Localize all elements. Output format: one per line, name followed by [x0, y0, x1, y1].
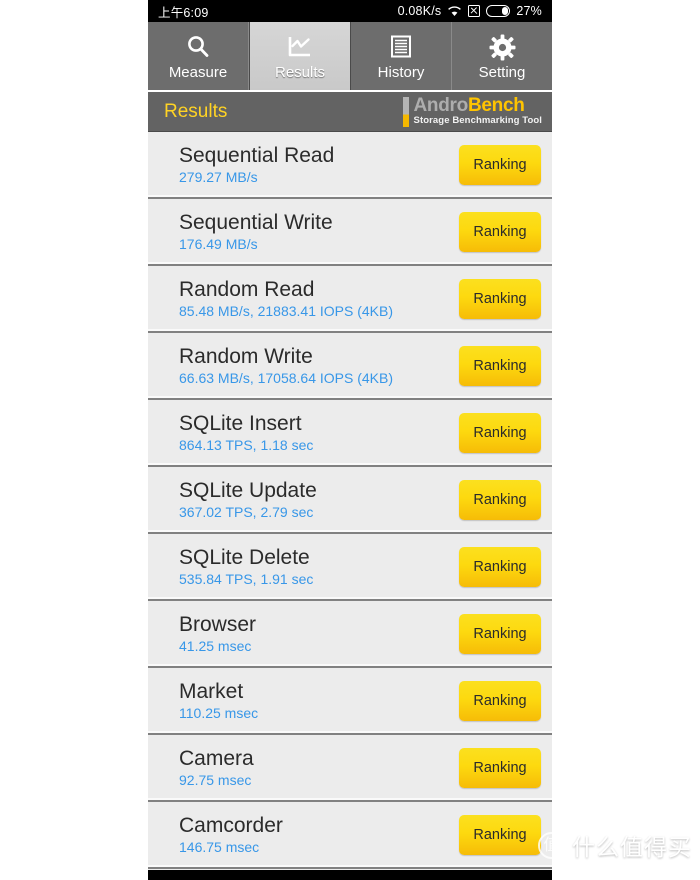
network-speed-label: 0.08K/s	[397, 4, 442, 18]
ranking-button[interactable]: Ranking	[459, 412, 541, 453]
phone-screen: 上午6:09 0.08K/s 27% Measure Results Histo…	[148, 0, 552, 880]
result-row: Sequential Write 176.49 MB/s Ranking	[148, 199, 552, 266]
result-row: SQLite Delete 535.84 TPS, 1.91 sec Ranking	[148, 534, 552, 601]
logo-text: AndroBench Storage Benchmarking Tool	[413, 96, 542, 127]
result-row-texts: SQLite Insert 864.13 TPS, 1.18 sec	[179, 411, 314, 453]
logo-andro-text: Andro	[413, 94, 469, 116]
tab-results[interactable]: Results	[249, 22, 351, 90]
logo-tagline: Storage Benchmarking Tool	[413, 114, 542, 126]
ranking-button[interactable]: Ranking	[459, 546, 541, 587]
result-title: Browser	[179, 612, 257, 636]
result-value: 41.25 msec	[179, 637, 252, 654]
page-title: Results	[164, 100, 228, 122]
ranking-button[interactable]: Ranking	[459, 278, 541, 319]
logo-bar-icon	[402, 96, 409, 127]
result-value: 176.49 MB/s	[179, 235, 258, 252]
tab-measure[interactable]: Measure	[148, 22, 249, 90]
sim-disabled-icon	[468, 5, 481, 17]
result-row-texts: Market 110.25 msec	[179, 679, 259, 721]
result-row-texts: Random Write 66.63 MB/s, 17058.64 IOPS (4…	[179, 344, 394, 386]
result-title: Market	[179, 679, 244, 703]
result-value: 110.25 msec	[179, 704, 259, 721]
result-row-texts: SQLite Delete 535.84 TPS, 1.91 sec	[179, 545, 314, 587]
result-row-texts: Sequential Write 176.49 MB/s	[179, 210, 333, 252]
result-value: 279.27 MB/s	[179, 168, 258, 185]
gear-icon	[489, 32, 516, 62]
result-row-texts: Camera 92.75 msec	[179, 746, 254, 788]
result-value: 864.13 TPS, 1.18 sec	[179, 436, 314, 453]
result-value: 535.84 TPS, 1.91 sec	[179, 570, 314, 587]
ranking-button[interactable]: Ranking	[459, 345, 541, 386]
result-value: 85.48 MB/s, 21883.41 IOPS (4KB)	[179, 302, 394, 319]
tab-setting[interactable]: Setting	[452, 22, 552, 90]
result-title: Random Read	[179, 277, 315, 301]
tab-results-label: Results	[274, 64, 326, 81]
result-row: Random Read 85.48 MB/s, 21883.41 IOPS (4K…	[148, 266, 552, 333]
result-row-texts: Random Read 85.48 MB/s, 21883.41 IOPS (4K…	[179, 277, 394, 319]
result-row-texts: Browser 41.25 msec	[179, 612, 257, 654]
result-row: Camera 92.75 msec Ranking	[148, 735, 552, 802]
wifi-icon	[447, 5, 462, 17]
result-row: SQLite Update 367.02 TPS, 2.79 sec Ranking	[148, 467, 552, 534]
results-list: Sequential Read 279.27 MB/s Ranking Sequent…	[148, 132, 552, 869]
results-header: Results AndroBench Storage Benchmarking …	[148, 92, 552, 132]
ranking-button[interactable]: Ranking	[459, 211, 541, 252]
battery-percent-label: 27%	[516, 4, 542, 18]
result-title: Camera	[179, 746, 254, 770]
screenshot-root: 上午6:09 0.08K/s 27% Measure Results Histo…	[0, 0, 700, 880]
result-row-texts: Camcorder 146.75 msec	[179, 813, 283, 855]
result-row: Market 110.25 msec Ranking	[148, 668, 552, 735]
ranking-button[interactable]: Ranking	[459, 144, 541, 185]
androbench-logo: AndroBench Storage Benchmarking Tool	[402, 96, 542, 127]
chart-icon	[286, 32, 314, 62]
tab-history-label: History	[377, 64, 425, 81]
logo-wordmark: AndroBench	[414, 96, 542, 115]
result-title: Random Write	[179, 344, 313, 368]
magnifier-icon	[185, 32, 211, 62]
watermark: 值 什么值得买	[538, 828, 692, 862]
bottom-nav-bar	[148, 870, 552, 880]
result-value: 367.02 TPS, 2.79 sec	[179, 503, 314, 520]
list-lines-icon	[389, 32, 413, 62]
ranking-button[interactable]: Ranking	[459, 747, 541, 788]
tab-measure-label: Measure	[168, 64, 228, 81]
watermark-badge-icon: 值	[538, 831, 565, 859]
result-value: 146.75 msec	[179, 838, 260, 855]
result-row: Random Write 66.63 MB/s, 17058.64 IOPS (4…	[148, 333, 552, 400]
result-row: Camcorder 146.75 msec Ranking	[148, 802, 552, 869]
result-title: Camcorder	[179, 813, 283, 837]
ranking-button[interactable]: Ranking	[459, 479, 541, 520]
result-title: SQLite Delete	[179, 545, 310, 569]
tab-history[interactable]: History	[351, 22, 452, 90]
tab-setting-label: Setting	[478, 64, 526, 81]
logo-bench-text: Bench	[467, 94, 525, 116]
result-row-texts: SQLite Update 367.02 TPS, 2.79 sec	[179, 478, 317, 520]
watermark-text: 什么值得买	[572, 835, 692, 861]
result-row-texts: Sequential Read 279.27 MB/s	[179, 143, 335, 185]
result-title: Sequential Read	[179, 143, 335, 167]
result-title: SQLite Update	[179, 478, 317, 502]
result-row: Browser 41.25 msec Ranking	[148, 601, 552, 668]
result-row: Sequential Read 279.27 MB/s Ranking	[148, 132, 552, 199]
result-row: SQLite Insert 864.13 TPS, 1.18 sec Ranking	[148, 400, 552, 467]
result-title: Sequential Write	[179, 210, 333, 234]
status-time: 上午6:09	[158, 5, 209, 20]
status-indicators: 0.08K/s 27%	[398, 4, 542, 18]
result-value: 92.75 msec	[179, 771, 252, 788]
status-bar: 上午6:09 0.08K/s 27%	[148, 0, 552, 22]
battery-icon	[486, 5, 511, 17]
result-value: 66.63 MB/s, 17058.64 IOPS (4KB)	[179, 369, 394, 386]
ranking-button[interactable]: Ranking	[459, 814, 541, 855]
result-title: SQLite Insert	[179, 411, 302, 435]
ranking-button[interactable]: Ranking	[459, 680, 541, 721]
tab-bar: Measure Results History Setting	[148, 22, 552, 92]
ranking-button[interactable]: Ranking	[459, 613, 541, 654]
